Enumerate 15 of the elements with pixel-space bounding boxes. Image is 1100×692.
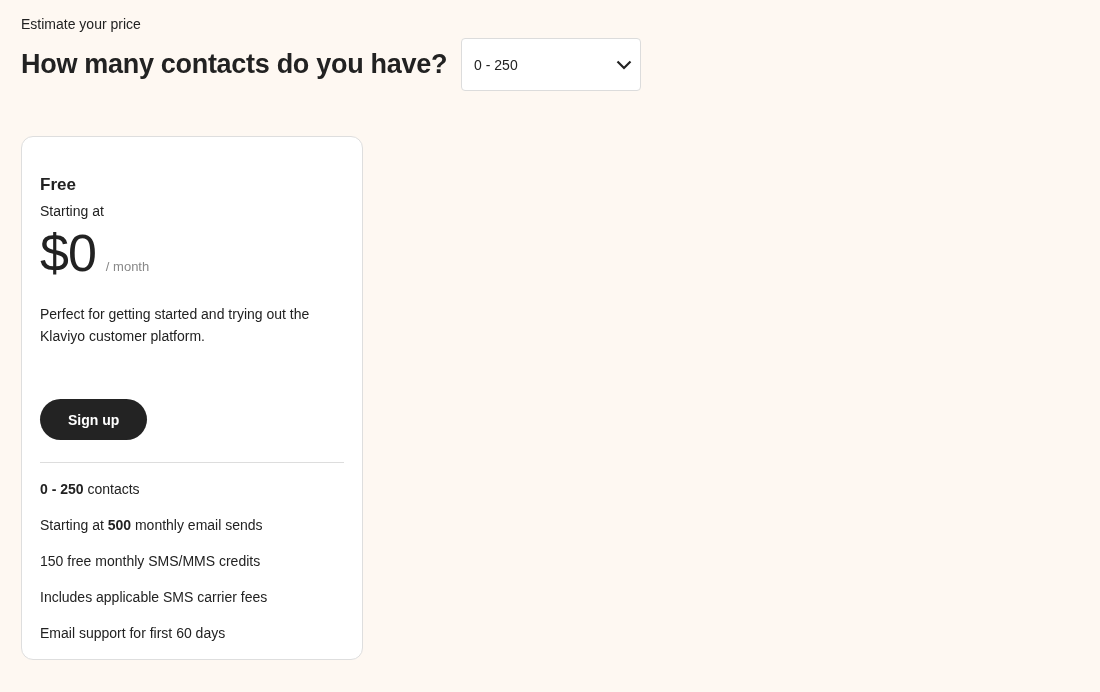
starting-label: Starting at	[40, 203, 105, 219]
sign-up-button[interactable]: Sign up	[40, 399, 148, 440]
feature-text: Includes applicable SMS carrier fees	[40, 588, 269, 607]
contacts-dropdown[interactable]: 0 - 250	[461, 38, 642, 91]
chevron-down-icon	[616, 59, 633, 70]
section-label: Estimate your price	[21, 16, 142, 32]
feature-text: Email support for first 60 days	[40, 624, 227, 643]
price: $0	[40, 223, 96, 283]
plan-description: Perfect for getting started and trying out the Klaviyo customer platform.	[40, 305, 311, 346]
page-heading: How many contacts do you have?	[21, 49, 448, 80]
feature-text: Starting at 500 monthly email sends	[40, 516, 264, 535]
price-period: / month	[105, 259, 150, 274]
feature-text: 150 free monthly SMS/MMS credits	[40, 552, 262, 571]
plan-name: Free	[40, 175, 77, 195]
feature-text: 0 - 250 contacts	[40, 480, 141, 499]
